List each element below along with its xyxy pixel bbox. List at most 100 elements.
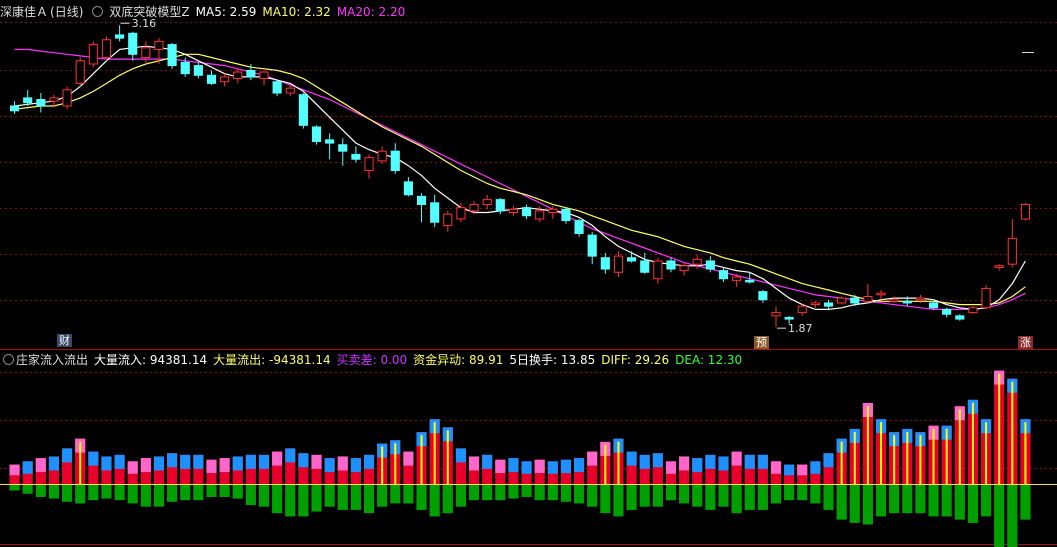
anomaly-strip [1024, 422, 1027, 484]
capital-flow-bars [0, 370, 1057, 547]
candle-up [915, 297, 925, 301]
main-chart-header: 深康佳Ａ (日线) 双底突破模型Z MA5: 2.59 MA10: 2.32 MA20: … [0, 3, 411, 21]
outflow-bar [311, 484, 322, 512]
inflow-cap [258, 454, 270, 469]
outflow-bar [902, 484, 913, 514]
outflow-bar [180, 484, 191, 501]
candle-down [902, 300, 912, 304]
outflow-bar [403, 484, 414, 504]
anomaly-strip [919, 435, 922, 484]
forecast-marker[interactable]: 预 [754, 336, 769, 349]
candle-up [653, 260, 663, 280]
outflow-bar [206, 484, 217, 497]
anomaly-strip [880, 422, 883, 484]
outflow-bar [731, 484, 742, 514]
outflow-bar [350, 484, 361, 510]
inflow-cap [219, 458, 230, 473]
inflow-cap [574, 458, 585, 473]
inflow-cap [350, 458, 361, 473]
inflow-cap [403, 451, 414, 466]
outflow-bar [272, 484, 283, 514]
candle-down [430, 202, 440, 223]
outflow-bar [468, 484, 480, 501]
outflow-bar [600, 484, 611, 514]
candle-down [416, 195, 427, 205]
anomaly-strip [617, 441, 620, 484]
candle-down [272, 81, 282, 94]
collapse-icon[interactable] [3, 354, 14, 365]
outflow-bar [232, 484, 243, 499]
candle-up [482, 199, 492, 205]
inflow-cap [626, 451, 637, 466]
outflow-bar [482, 484, 493, 501]
ma20-value: MA20: 2.20 [336, 5, 406, 19]
outflow-bar [62, 484, 73, 502]
anomaly-strip [79, 441, 82, 484]
outflow-bar [928, 484, 939, 517]
inflow-cap [232, 456, 243, 471]
outflow-bar [823, 484, 834, 510]
outflow-bar [1020, 484, 1031, 520]
anomaly-strip [446, 430, 449, 484]
inflow-cap [140, 458, 151, 473]
candle-down [640, 260, 650, 273]
outflow-bar [849, 484, 860, 523]
inflow-cap [482, 454, 493, 469]
inflow-cap [22, 461, 33, 474]
outflow-bar [652, 484, 663, 507]
inflow-cap [101, 456, 112, 471]
candle-up [377, 150, 387, 162]
dea-value: DEA: 12.30 [675, 353, 743, 367]
inflow-cap [337, 456, 348, 471]
inflow-cap [193, 454, 204, 469]
ma10-line [14, 53, 1026, 306]
anomaly-strip [853, 431, 856, 484]
candle-up [1007, 237, 1017, 265]
outflow-bar [167, 484, 178, 502]
ma5-line [14, 45, 1026, 311]
collapse-icon[interactable] [92, 6, 104, 17]
sub-indicator-name[interactable]: 庄家流入流出 [16, 353, 88, 367]
candle-up [968, 307, 978, 314]
candle-up [613, 255, 624, 273]
inflow-cap [468, 456, 480, 471]
inflow-cap [757, 454, 768, 469]
inflow-cap [705, 454, 716, 469]
anomaly-strip [866, 406, 869, 484]
outflow-bar [665, 484, 677, 501]
candle-up [75, 60, 85, 84]
inflow-cap [35, 458, 46, 473]
candle-up [443, 213, 453, 226]
outflow-bar [101, 484, 112, 499]
anomaly-strip [420, 435, 423, 484]
outflow-bar [390, 484, 401, 504]
candle-up [233, 71, 243, 80]
limit-up-marker[interactable]: 涨 [1018, 336, 1033, 349]
outflow-bar [613, 484, 624, 517]
outflow-bar [258, 484, 270, 507]
candle-down [115, 34, 125, 39]
inflow-cap [48, 456, 60, 471]
candle-down [495, 199, 505, 212]
anomaly-strip [998, 373, 1001, 484]
outflow-bar [980, 484, 992, 517]
candle-down [705, 260, 715, 270]
outflow-bar [915, 484, 926, 514]
inflow-cap [88, 451, 99, 466]
inflow-cap [153, 456, 165, 471]
financial-report-marker[interactable]: 财 [57, 334, 72, 347]
candle-up [771, 312, 781, 317]
outflow-bar [140, 484, 151, 507]
candle-up [285, 87, 295, 94]
inflow-cap [665, 461, 677, 474]
stock-name[interactable]: 深康佳Ａ [0, 5, 48, 19]
outflow-bar [560, 484, 572, 502]
candle-up [220, 76, 230, 83]
indicator-name[interactable]: 双底突破模型Z [109, 5, 189, 19]
candle-up [994, 265, 1004, 268]
buy-sell-diff-value: 买卖差: 0.00 [336, 353, 408, 367]
big-outflow-value: 大量流出: -94381.14 [213, 353, 331, 367]
inflow-cap [508, 458, 519, 473]
inflow-cap [62, 448, 73, 463]
candle-down [167, 44, 177, 67]
